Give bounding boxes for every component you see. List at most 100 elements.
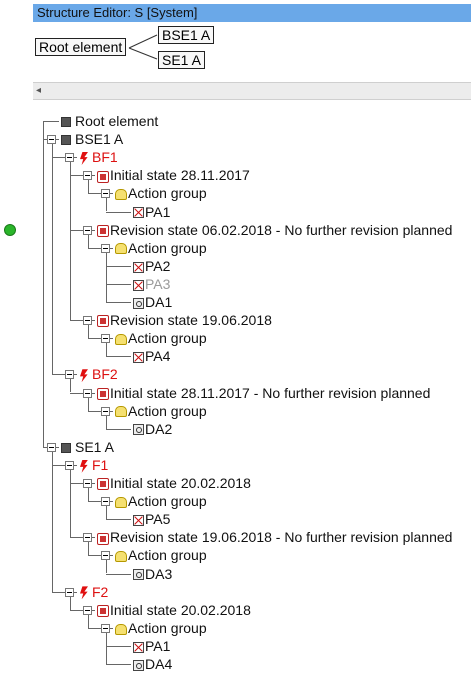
tree-connector-line: [106, 342, 107, 357]
collapse-toggle-icon[interactable]: [83, 316, 92, 326]
tree-row[interactable]: Revision state 19.06.2018: [97, 311, 272, 329]
tree-row-label: Action group: [128, 402, 207, 419]
tree-row[interactable]: BSE1 A: [61, 130, 123, 148]
collapse-toggle-icon[interactable]: [83, 225, 92, 235]
state-icon: [97, 224, 109, 237]
tree-row-label: PA4: [145, 348, 171, 365]
tree-row[interactable]: Root element: [61, 112, 158, 130]
fault-icon: [79, 152, 89, 165]
collapse-toggle-icon[interactable]: [101, 551, 110, 561]
tree-connector-line: [106, 251, 107, 302]
tree-row[interactable]: Initial state 28.11.2017 - No further re…: [97, 384, 430, 402]
tree-row[interactable]: DA2: [133, 420, 172, 438]
tree-row[interactable]: Action group: [115, 546, 207, 564]
tree-row[interactable]: PA3: [133, 275, 170, 293]
collapse-toggle-icon[interactable]: [101, 189, 110, 199]
graph-node-root[interactable]: Root element: [35, 38, 127, 56]
tree-connector-line: [106, 283, 131, 285]
square-icon: [61, 135, 71, 146]
tree-row-label: PA5: [145, 511, 171, 528]
tree-connector-line: [88, 233, 89, 248]
tree-row[interactable]: Initial state 28.11.2017: [97, 166, 250, 184]
tree-row[interactable]: Revision state 19.06.2018 - No further r…: [97, 528, 452, 546]
tree-connector-line: [52, 450, 53, 592]
collapse-toggle-icon[interactable]: [101, 334, 110, 344]
collapse-toggle-icon[interactable]: [65, 587, 74, 597]
collapse-toggle-icon[interactable]: [83, 533, 92, 543]
collapse-toggle-icon[interactable]: [65, 153, 74, 163]
tree-row[interactable]: Initial state 20.02.2018: [97, 601, 251, 619]
pa-icon: [133, 352, 144, 364]
action-group-icon: [115, 406, 127, 418]
tree-row-label: Revision state 19.06.2018: [110, 312, 272, 329]
collapse-toggle-icon[interactable]: [101, 623, 110, 633]
horizontal-scrollbar[interactable]: ◂: [33, 82, 471, 100]
collapse-toggle-icon[interactable]: [83, 605, 92, 615]
tree-connector-line: [106, 573, 131, 575]
tree-connector-line: [106, 414, 107, 429]
tree-row-label: Action group: [128, 239, 207, 256]
collapse-toggle-icon[interactable]: [101, 406, 110, 416]
tree-row[interactable]: SE1 A: [61, 438, 114, 456]
collapse-toggle-icon[interactable]: [101, 497, 110, 507]
tree-connector-line: [88, 541, 89, 556]
collapse-toggle-icon[interactable]: [83, 479, 92, 488]
tree-row-label: PA3: [145, 275, 171, 292]
tree-connector-line: [70, 161, 71, 321]
tree-connector-line: [106, 505, 107, 520]
tree-row[interactable]: BF2: [79, 365, 118, 383]
collapse-toggle-icon[interactable]: [101, 243, 110, 253]
graph-node-se1a[interactable]: SE1 A: [158, 51, 205, 69]
graph-node-bse1a-label: BSE1 A: [162, 27, 211, 43]
collapse-toggle-icon[interactable]: [65, 460, 74, 470]
tree-row[interactable]: PA4: [133, 347, 170, 365]
state-icon: [97, 170, 109, 183]
pa-icon: [133, 279, 144, 291]
tree-connector-line: [106, 356, 131, 358]
tree-row-label: BF2: [92, 366, 118, 383]
state-icon: [97, 532, 109, 545]
tree-row[interactable]: Action group: [115, 184, 207, 202]
scroll-left-arrow-icon[interactable]: ◂: [36, 83, 41, 99]
tree-row[interactable]: BF1: [79, 148, 118, 166]
square-icon: [61, 443, 71, 454]
tree-row-label: Initial state 20.02.2018: [110, 475, 251, 491]
tree-connector-line: [43, 121, 44, 447]
tree-row[interactable]: Action group: [115, 329, 207, 347]
tree-connector-line: [88, 324, 89, 339]
tree-row-label: PA1: [145, 203, 171, 220]
collapse-toggle-icon[interactable]: [65, 370, 74, 380]
tree-row[interactable]: PA2: [133, 257, 170, 275]
tree-connector-line: [106, 197, 107, 212]
tree-row[interactable]: DA1: [133, 293, 172, 311]
tree-connector-line: [88, 396, 89, 411]
tree-row[interactable]: Action group: [115, 492, 207, 510]
tree-row[interactable]: PA1: [133, 203, 170, 221]
graph-node-bse1a[interactable]: BSE1 A: [158, 26, 215, 44]
tree-row-label: BF1: [92, 149, 118, 166]
collapse-toggle-icon[interactable]: [83, 388, 92, 398]
tree-row[interactable]: Action group: [115, 402, 207, 420]
tree-row[interactable]: DA3: [133, 565, 172, 583]
tree-row[interactable]: Initial state 20.02.2018: [97, 474, 251, 492]
collapse-toggle-icon[interactable]: [47, 442, 56, 452]
state-icon: [97, 604, 109, 617]
pa-icon: [133, 641, 144, 653]
tree-row[interactable]: DA4: [133, 655, 172, 673]
graph-node-root-label: Root element: [39, 39, 123, 55]
tree-row[interactable]: Action group: [115, 619, 207, 637]
tree-row[interactable]: F2: [79, 583, 108, 601]
tree-row[interactable]: Revision state 06.02.2018 - No further r…: [97, 221, 452, 239]
tree-row[interactable]: F1: [79, 456, 108, 474]
da-icon: [133, 424, 144, 436]
window-title: Structure Editor: S [System]: [37, 5, 198, 20]
tree-connector-line: [70, 595, 71, 610]
pa-icon: [133, 207, 144, 219]
tree-row-label: Root element: [75, 113, 159, 129]
collapse-toggle-icon[interactable]: [83, 171, 92, 181]
tree-row[interactable]: PA5: [133, 510, 170, 528]
tree-row[interactable]: Action group: [115, 239, 207, 257]
tree-row[interactable]: PA1: [133, 637, 170, 655]
tree-row-label: Revision state 06.02.2018 - No further r…: [110, 221, 453, 238]
collapse-toggle-icon[interactable]: [47, 135, 56, 145]
